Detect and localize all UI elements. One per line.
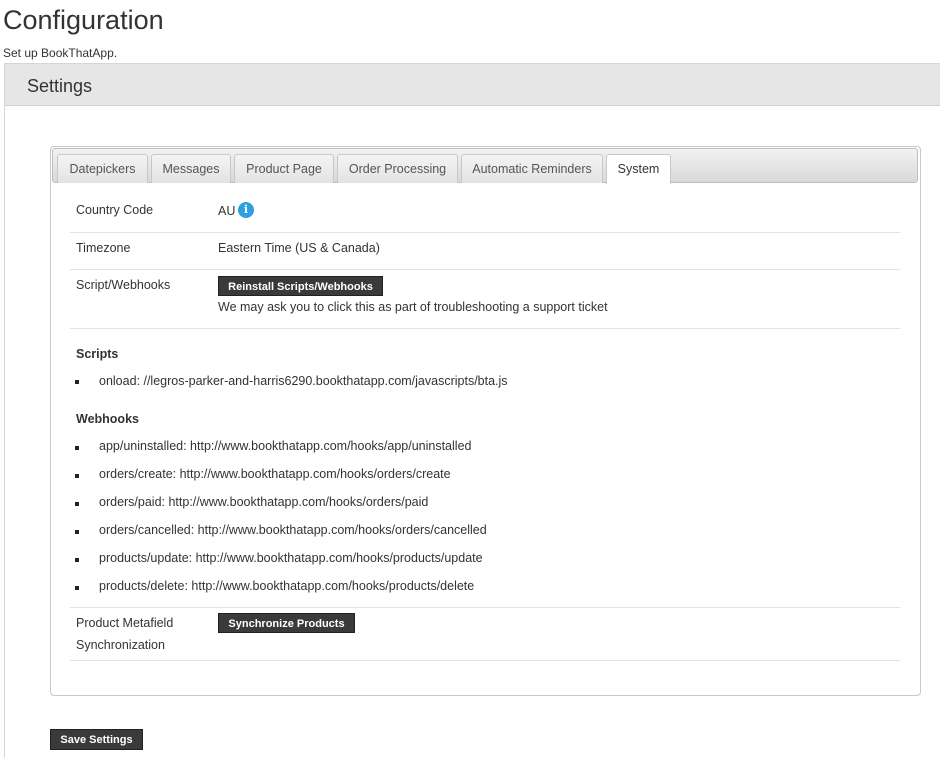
country-code-label: Country Code	[76, 203, 154, 217]
divider	[70, 269, 900, 270]
country-code-value: AU	[218, 204, 236, 218]
timezone-label: Timezone	[76, 241, 131, 255]
timezone-value: Eastern Time (US & Canada)	[218, 241, 380, 255]
save-settings-button[interactable]: Save Settings	[50, 729, 143, 750]
list-bullet	[75, 558, 79, 562]
webhook-item: orders/paid: http://www.bookthatapp.com/…	[99, 495, 429, 509]
tab-system[interactable]: System	[606, 154, 671, 184]
webhook-item: products/delete: http://www.bookthatapp.…	[99, 579, 475, 593]
synchronize-products-button[interactable]: Synchronize Products	[218, 613, 355, 633]
tab-panel	[50, 146, 921, 696]
tab-messages[interactable]: Messages	[151, 154, 231, 183]
webhooks-heading: Webhooks	[76, 412, 139, 426]
tab-automatic-reminders[interactable]: Automatic Reminders	[461, 154, 603, 183]
webhook-item: app/uninstalled: http://www.bookthatapp.…	[99, 439, 472, 453]
list-bullet	[75, 530, 79, 534]
reinstall-help-text: We may ask you to click this as part of …	[218, 300, 608, 314]
divider	[70, 328, 900, 329]
divider	[70, 607, 900, 608]
list-bullet	[75, 380, 79, 384]
page-subtitle: Set up BookThatApp.	[3, 46, 118, 60]
metafield-sync-label: Product Metafield	[76, 616, 174, 630]
scripts-heading: Scripts	[76, 347, 119, 361]
webhook-item: orders/create: http://www.bookthatapp.co…	[99, 467, 451, 481]
list-bullet	[75, 502, 79, 506]
tab-datepickers[interactable]: Datepickers	[57, 154, 148, 183]
page-title: Configuration	[3, 5, 164, 35]
metafield-sync-label-2: Synchronization	[76, 638, 165, 652]
webhook-item: products/update: http://www.bookthatapp.…	[99, 551, 483, 565]
list-bullet	[75, 446, 79, 450]
list-bullet	[75, 586, 79, 590]
script-item: onload: //legros-parker-and-harris6290.b…	[99, 374, 508, 388]
script-webhooks-label: Script/Webhooks	[76, 278, 171, 292]
tab-order-processing[interactable]: Order Processing	[337, 154, 458, 183]
settings-heading: Settings	[27, 76, 93, 96]
divider	[70, 232, 900, 233]
reinstall-scripts-button[interactable]: Reinstall Scripts/Webhooks	[218, 276, 383, 296]
list-bullet	[75, 474, 79, 478]
divider	[70, 660, 900, 661]
info-icon[interactable]: i	[238, 202, 254, 218]
tab-product-page[interactable]: Product Page	[234, 154, 334, 183]
settings-header: Settings	[5, 64, 940, 106]
webhook-item: orders/cancelled: http://www.bookthatapp…	[99, 523, 487, 537]
